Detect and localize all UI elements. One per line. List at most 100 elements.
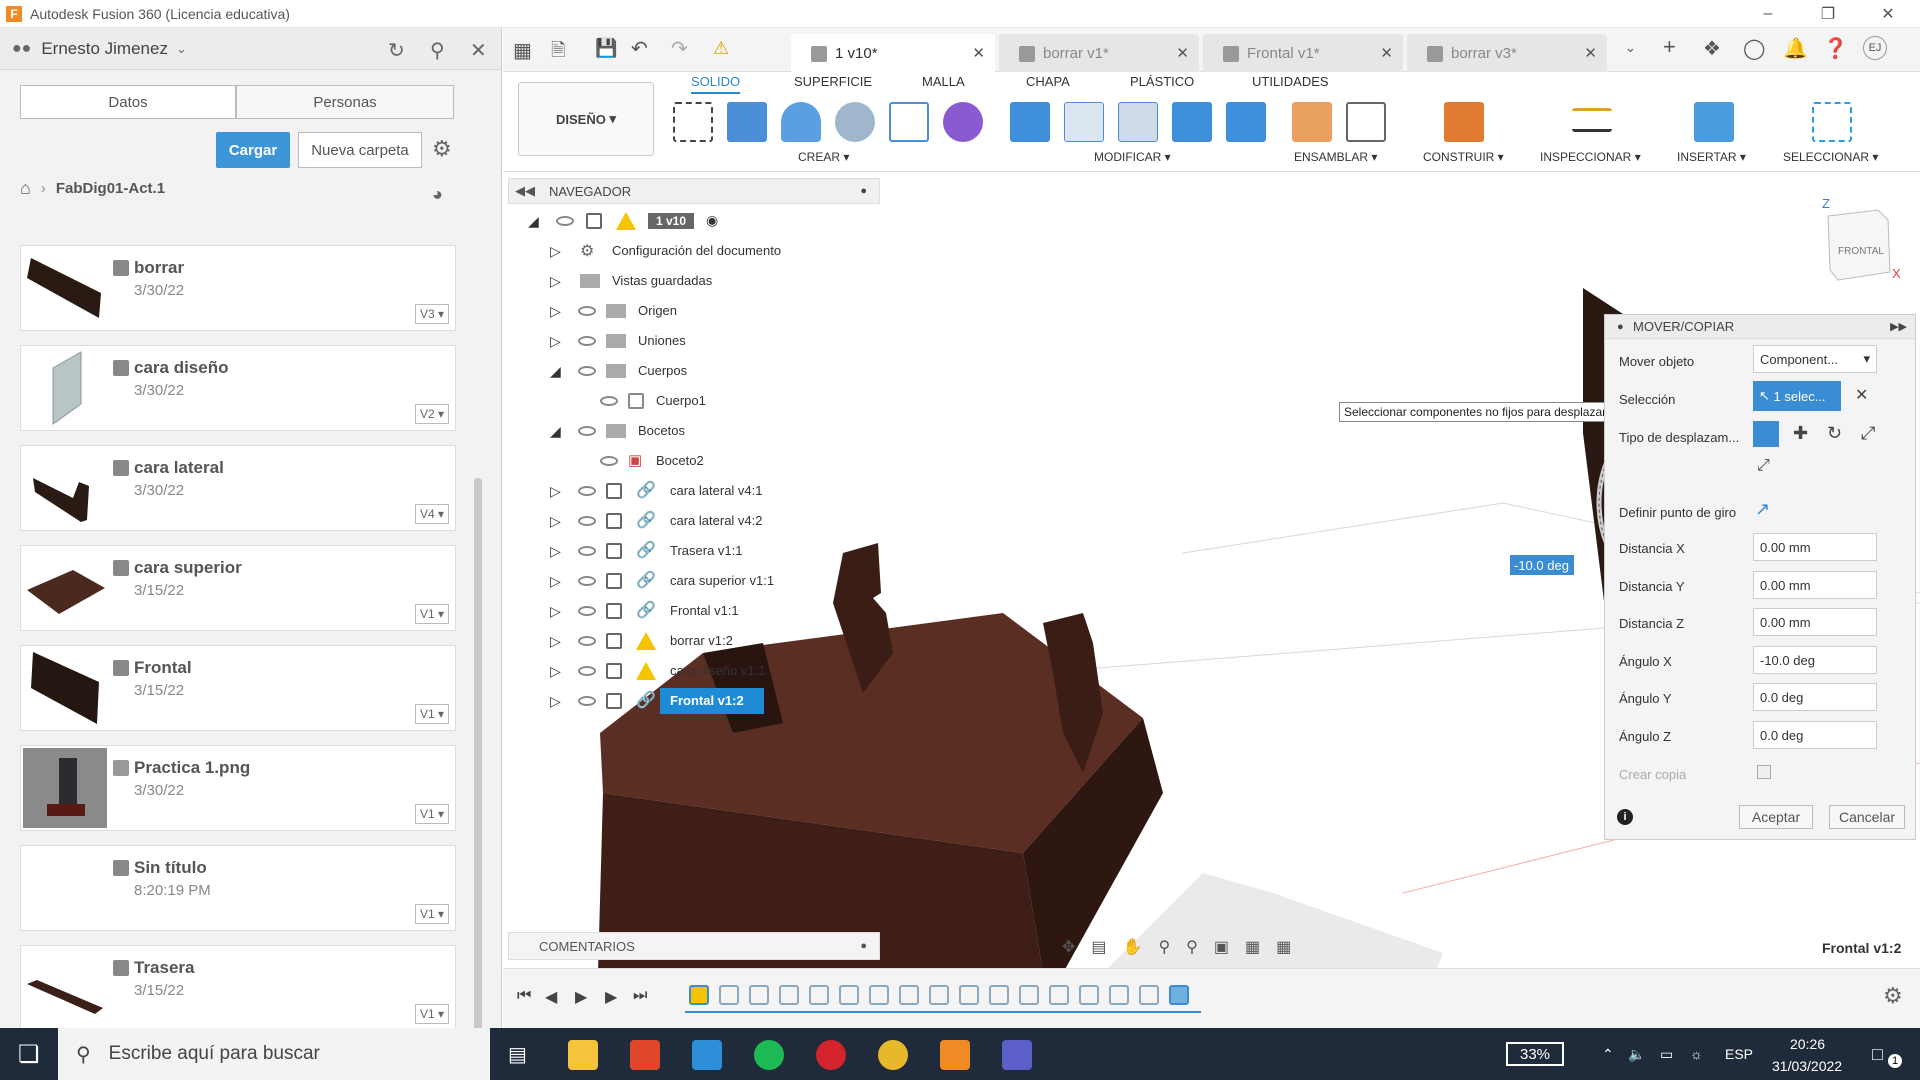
collapsed-triangle-icon[interactable]: ▷ bbox=[550, 303, 561, 320]
timeline-feature[interactable] bbox=[959, 985, 979, 1005]
clear-selection-icon[interactable]: ✕ bbox=[1855, 385, 1868, 405]
navigator-pin-icon[interactable]: ● bbox=[860, 185, 867, 197]
volume-icon[interactable]: 🔈 bbox=[1628, 1046, 1645, 1063]
collapsed-triangle-icon[interactable]: ▷ bbox=[550, 273, 561, 290]
timeline-feature[interactable] bbox=[1079, 985, 1099, 1005]
cancel-button[interactable]: Cancelar bbox=[1829, 805, 1905, 829]
visibility-eye-icon[interactable] bbox=[578, 636, 596, 646]
free-move-icon[interactable] bbox=[1753, 421, 1779, 447]
system-tray-chevron-icon[interactable]: ⌃ bbox=[1602, 1046, 1614, 1063]
tree-root[interactable]: ◢ 1 v10 ◉ bbox=[508, 208, 718, 234]
collapsed-triangle-icon[interactable]: ▷ bbox=[550, 513, 561, 530]
visibility-eye-icon[interactable] bbox=[578, 426, 596, 436]
move-object-dropdown[interactable]: Component... ▾ bbox=[1753, 345, 1877, 373]
office-icon[interactable] bbox=[630, 1040, 660, 1070]
language-indicator[interactable]: ESP bbox=[1725, 1046, 1753, 1062]
tab-superficie[interactable]: SUPERFICIE bbox=[794, 74, 872, 89]
settings-gear-icon[interactable]: ⚙ bbox=[432, 136, 452, 162]
expanded-triangle-icon[interactable]: ◢ bbox=[550, 363, 561, 380]
clock-time[interactable]: 20:26 bbox=[1790, 1036, 1825, 1052]
play-icon[interactable]: ▶ bbox=[575, 987, 587, 1007]
notifications-bell-icon[interactable]: 🔔 bbox=[1783, 36, 1808, 61]
timeline-feature[interactable] bbox=[929, 985, 949, 1005]
info-icon[interactable]: i bbox=[1617, 809, 1633, 825]
grid-settings-icon[interactable]: ▦ bbox=[1245, 937, 1260, 957]
file-card[interactable]: Sin título 8:20:19 PM V1 ▾ bbox=[20, 845, 456, 931]
fillet-icon[interactable] bbox=[1064, 102, 1104, 142]
viewports-icon[interactable]: ▦ bbox=[1276, 937, 1291, 957]
look-at-icon[interactable]: ▤ bbox=[1091, 937, 1106, 957]
step-forward-icon[interactable]: ▶ bbox=[605, 987, 617, 1007]
timeline-feature[interactable] bbox=[839, 985, 859, 1005]
close-window-button[interactable]: ✕ bbox=[1860, 0, 1916, 28]
visibility-eye-icon[interactable] bbox=[578, 306, 596, 316]
expanded-triangle-icon[interactable]: ◢ bbox=[528, 213, 539, 230]
form-icon[interactable] bbox=[943, 102, 983, 142]
timeline-feature[interactable] bbox=[719, 985, 739, 1005]
extensions-icon[interactable]: ❖ bbox=[1703, 36, 1721, 61]
create-copy-checkbox[interactable] bbox=[1757, 765, 1771, 779]
close-icon[interactable]: ✕ bbox=[470, 38, 487, 63]
refresh-icon[interactable]: ↻ bbox=[388, 38, 405, 63]
shell-icon[interactable] bbox=[1118, 102, 1158, 142]
tree-item[interactable]: ▷ 🔗 Frontal v1:2 bbox=[508, 688, 788, 714]
wifi-icon[interactable]: ☼ bbox=[1690, 1046, 1703, 1062]
visibility-eye-icon[interactable] bbox=[578, 516, 596, 526]
visibility-eye-icon[interactable] bbox=[600, 396, 618, 406]
version-dropdown[interactable]: V1 ▾ bbox=[414, 904, 449, 924]
file-card[interactable]: cara lateral 3/30/22 V4 ▾ bbox=[20, 445, 456, 531]
globe-icon[interactable]: ◕ bbox=[432, 184, 443, 205]
tab-document[interactable]: borrar v1* ✕ bbox=[999, 34, 1199, 72]
version-dropdown[interactable]: V1 ▾ bbox=[414, 604, 449, 624]
tree-item[interactable]: ▷ 🔗 cara superior v1:1 bbox=[508, 568, 788, 594]
pan-hand-icon[interactable]: ✋ bbox=[1123, 937, 1143, 957]
clock-date[interactable]: 31/03/2022 bbox=[1772, 1058, 1842, 1074]
minimize-button[interactable]: – bbox=[1740, 0, 1796, 28]
tree-item[interactable]: ▷ Vistas guardadas bbox=[508, 268, 788, 294]
tree-item[interactable]: ▷ ⚙ Configuración del documento bbox=[508, 238, 788, 264]
breadcrumb-project[interactable]: FabDig01-Act.1 bbox=[56, 180, 165, 197]
file-explorer-icon[interactable] bbox=[568, 1040, 598, 1070]
tree-item[interactable]: ▷ borrar v1:2 bbox=[508, 628, 788, 654]
timeline-feature[interactable] bbox=[1019, 985, 1039, 1005]
save-icon[interactable]: 💾 bbox=[595, 38, 617, 59]
search-icon[interactable]: ⚲ bbox=[430, 38, 445, 63]
opera-icon[interactable] bbox=[816, 1040, 846, 1070]
visibility-eye-icon[interactable] bbox=[578, 336, 596, 346]
version-dropdown[interactable]: V1 ▾ bbox=[414, 804, 449, 824]
timeline-feature[interactable] bbox=[779, 985, 799, 1005]
add-comment-icon[interactable]: ● bbox=[860, 940, 867, 952]
new-tab-icon[interactable]: + bbox=[1663, 34, 1676, 60]
tree-item[interactable]: ▷ 🔗 Frontal v1:1 bbox=[508, 598, 788, 624]
orbit-icon[interactable]: ✥ bbox=[1062, 937, 1075, 957]
tabs-overflow-chevron-icon[interactable]: ⌄ bbox=[1625, 40, 1636, 56]
expanded-triangle-icon[interactable]: ◢ bbox=[550, 423, 561, 440]
battery-icon[interactable]: ▭ bbox=[1660, 1046, 1673, 1063]
measure-icon[interactable] bbox=[1572, 108, 1612, 132]
mail-icon[interactable] bbox=[692, 1040, 722, 1070]
rotate-icon[interactable]: ↻ bbox=[1827, 423, 1842, 444]
collapse-navigator-icon[interactable]: ◀◀ bbox=[515, 183, 535, 199]
timeline-feature[interactable] bbox=[1169, 985, 1189, 1005]
group-seleccionar[interactable]: SELECCIONAR ▾ bbox=[1783, 150, 1878, 164]
tree-item[interactable]: ◢ Bocetos bbox=[508, 418, 788, 444]
version-dropdown[interactable]: V1 ▾ bbox=[414, 1004, 449, 1024]
timeline-feature[interactable] bbox=[749, 985, 769, 1005]
timeline-feature[interactable] bbox=[1049, 985, 1069, 1005]
tab-document[interactable]: Frontal v1* ✕ bbox=[1203, 34, 1403, 72]
file-card[interactable]: cara diseño 3/30/22 V2 ▾ bbox=[20, 345, 456, 431]
version-dropdown[interactable]: V2 ▾ bbox=[414, 404, 449, 424]
selection-button[interactable]: ↖ 1 selec... bbox=[1753, 381, 1841, 411]
combine-icon[interactable] bbox=[1172, 102, 1212, 142]
visibility-eye-icon[interactable] bbox=[578, 486, 596, 496]
team-icon[interactable]: ●● bbox=[12, 40, 31, 58]
tab-plastico[interactable]: PLÁSTICO bbox=[1130, 74, 1194, 89]
group-ensamblar[interactable]: ENSAMBLAR ▾ bbox=[1294, 150, 1377, 164]
timeline-feature[interactable] bbox=[1139, 985, 1159, 1005]
restore-button[interactable]: ❐ bbox=[1800, 0, 1856, 28]
point-to-point-icon[interactable]: ⤢ bbox=[1861, 423, 1875, 444]
go-to-end-icon[interactable]: ⏭ bbox=[633, 987, 647, 1005]
comments-panel[interactable]: COMENTARIOS ● bbox=[508, 932, 880, 960]
tab-chapa[interactable]: CHAPA bbox=[1026, 74, 1070, 89]
timeline-sketch-feature[interactable] bbox=[689, 985, 709, 1005]
